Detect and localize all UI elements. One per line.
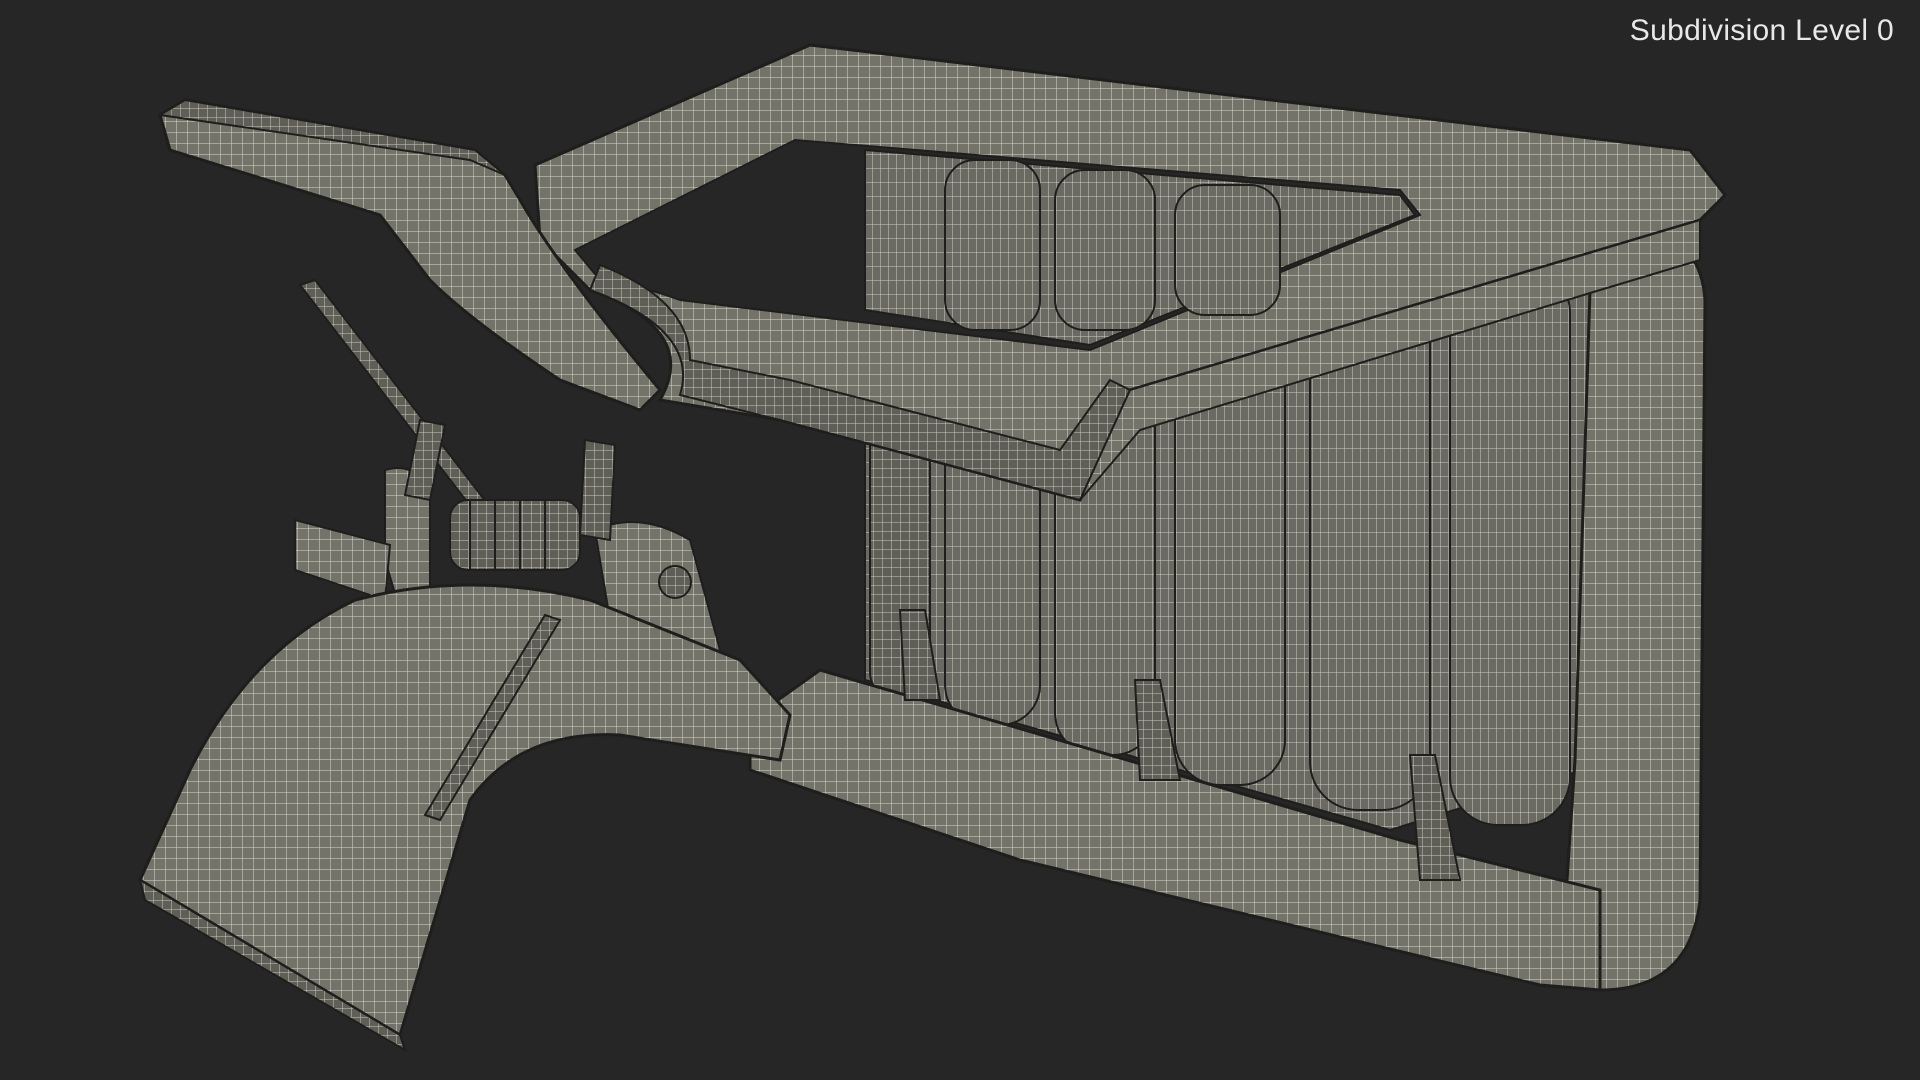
3d-viewport[interactable]: Subdivision Level 0 [0, 0, 1920, 1080]
lower-lever-handle [138, 583, 792, 1053]
subdivision-level-label: Subdivision Level 0 [1629, 14, 1894, 47]
wireframe-model [138, 43, 1727, 1053]
